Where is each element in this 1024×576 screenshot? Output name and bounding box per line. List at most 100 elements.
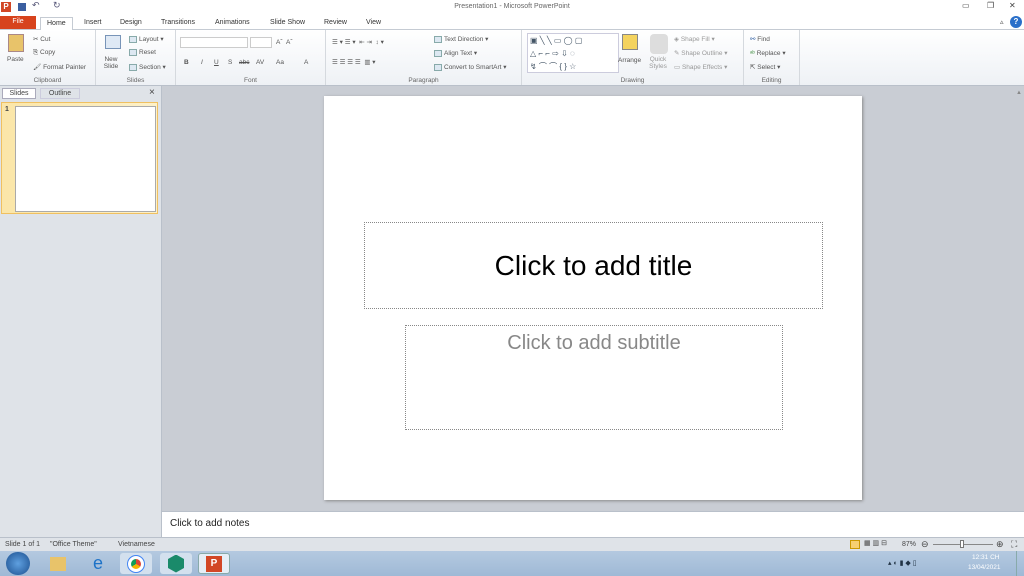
replace-button[interactable]: ᵃᵇ Replace ▾ <box>750 49 786 57</box>
notes-pane[interactable]: Click to add notes <box>162 511 1024 537</box>
strikethrough-button[interactable]: abc <box>239 59 249 66</box>
language[interactable]: Vietnamese <box>118 541 155 548</box>
taskbar: e P ▴ ◐ ▮ ◆ ▯ 12:31 CH 13/04/2021 <box>0 551 1024 576</box>
underline-button[interactable]: U <box>214 59 219 66</box>
new-slide-icon[interactable] <box>105 35 121 49</box>
slide-thumbnail[interactable] <box>15 106 156 212</box>
restore-button[interactable]: ❐ <box>987 1 994 10</box>
new-slide-button[interactable]: New Slide <box>101 56 121 70</box>
align-text-button[interactable]: Align Text ▾ <box>434 49 477 57</box>
section-button[interactable]: Section ▾ <box>129 63 166 71</box>
normal-view-button[interactable] <box>850 540 860 549</box>
text-direction-icon <box>434 35 442 43</box>
zoom-in-button[interactable]: ⊕ <box>996 539 1004 550</box>
find-label: Find <box>757 36 770 43</box>
find-button[interactable]: ⚯ Find <box>750 35 770 43</box>
tab-design[interactable]: Design <box>114 17 148 30</box>
editing-group: ⚯ Find ᵃᵇ Replace ▾ ⇱ Select ▾ Editing <box>744 30 800 85</box>
thumbnail-number: 1 <box>5 106 9 113</box>
zoom-slider[interactable] <box>933 540 993 548</box>
font-size-select[interactable] <box>250 37 272 48</box>
scrollbar-top-arrow[interactable]: ▲ <box>1016 90 1022 96</box>
layout-icon <box>129 35 137 43</box>
shape-effects-button[interactable]: ▭ Shape Effects ▾ <box>674 63 727 71</box>
fit-to-window-button[interactable]: ⛶ <box>1011 539 1017 550</box>
smartart-icon <box>434 63 442 71</box>
close-button[interactable]: ✕ <box>1009 1 1016 10</box>
tab-outline[interactable]: Outline <box>40 88 80 99</box>
editing-label: Editing <box>761 77 782 84</box>
character-spacing-button[interactable]: AV <box>256 59 264 66</box>
font-color-button[interactable]: A <box>304 59 308 66</box>
shape-fill-button[interactable]: ◈ Shape Fill ▾ <box>674 35 715 43</box>
align-text-icon <box>434 49 442 57</box>
drawing-group: ▣ ╲ ╲ ▭ ◯ ▢ △ ⌐ ⌐ ⇨ ⇩ ◌ ↯ ⌒ ⌒ { } ☆ Arrang… <box>522 30 744 85</box>
zoom-out-button[interactable]: ⊖ <box>921 539 929 550</box>
minimize-button[interactable]: ▭ <box>962 1 970 10</box>
system-tray-icons[interactable]: ▴ ◐ ▮ ◆ ▯ <box>888 559 917 567</box>
grow-font-button[interactable]: Aˆ <box>276 39 283 46</box>
quick-styles-button[interactable]: Quick Styles <box>646 56 670 70</box>
tab-file[interactable]: File <box>0 16 36 29</box>
text-direction-button[interactable]: Text Direction ▾ <box>434 35 488 43</box>
slide-thumbnail-container[interactable]: 1 <box>1 102 158 214</box>
theme-name: "Office Theme" <box>50 541 97 548</box>
clock-time[interactable]: 12:31 CH <box>972 554 999 561</box>
shapes-gallery[interactable]: ▣ ╲ ╲ ▭ ◯ ▢ △ ⌐ ⌐ ⇨ ⇩ ◌ ↯ ⌒ ⌒ { } ☆ <box>527 33 619 73</box>
zoom-level[interactable]: 87% <box>902 541 916 548</box>
app-taskbar-icon[interactable] <box>160 553 192 574</box>
show-desktop-button[interactable] <box>1016 551 1024 576</box>
tab-transitions[interactable]: Transitions <box>155 17 201 30</box>
select-button[interactable]: ⇱ Select ▾ <box>750 63 780 71</box>
arrange-button[interactable]: Arrange <box>618 57 641 64</box>
bullets-icon[interactable]: ☰ ▾ ☰ ▾ ⇤ ⇥ ↕ ▾ <box>332 38 384 46</box>
chrome-taskbar-icon[interactable] <box>120 553 152 574</box>
font-name-select[interactable] <box>180 37 248 48</box>
help-icon[interactable]: ? <box>1010 16 1022 28</box>
shadow-button[interactable]: S <box>228 59 232 66</box>
format-painter-button[interactable]: 🖌 Format Painter <box>33 63 86 71</box>
close-panel-button[interactable]: × <box>149 87 155 98</box>
change-case-button[interactable]: Aa <box>276 59 284 66</box>
reset-button[interactable]: Reset <box>129 49 156 56</box>
select-label: Select <box>757 64 776 71</box>
smartart-label: Convert to SmartArt <box>444 64 502 71</box>
tab-slide-show[interactable]: Slide Show <box>264 17 311 30</box>
shape-outline-button[interactable]: ✎ Shape Outline ▾ <box>674 49 728 57</box>
ie-taskbar-icon[interactable]: e <box>82 553 114 574</box>
tab-review[interactable]: Review <box>318 17 353 30</box>
view-buttons[interactable]: ▦ ▥ ⊟ <box>864 539 887 547</box>
powerpoint-taskbar-icon[interactable]: P <box>198 553 230 574</box>
clock-date[interactable]: 13/04/2021 <box>968 564 1001 571</box>
paste-button[interactable]: Paste <box>7 56 24 63</box>
italic-button[interactable]: I <box>201 59 203 66</box>
shrink-font-button[interactable]: Aˇ <box>286 39 293 46</box>
text-direction-label: Text Direction <box>444 36 484 43</box>
replace-icon: ᵃᵇ <box>750 50 755 57</box>
font-group: Aˆ Aˇ B I U S abc AV Aa A Font <box>176 30 326 85</box>
bold-button[interactable]: B <box>184 59 189 66</box>
tab-animations[interactable]: Animations <box>209 17 256 30</box>
paste-icon[interactable] <box>8 34 24 52</box>
convert-smartart-button[interactable]: Convert to SmartArt ▾ <box>434 63 507 71</box>
status-bar: Slide 1 of 1 "Office Theme" Vietnamese ▦… <box>0 537 1024 551</box>
zoom-slider-thumb[interactable] <box>960 540 964 548</box>
align-icons[interactable]: ☰ ☰ ☰ ☰ ▥ ▾ <box>332 58 376 66</box>
cut-button[interactable]: ✂ Cut <box>33 35 50 43</box>
collapse-ribbon-icon[interactable]: ▵ <box>1000 18 1004 26</box>
slide-canvas[interactable]: Click to add title Click to add subtitle <box>324 96 862 500</box>
tab-home[interactable]: Home <box>40 17 73 30</box>
tab-insert[interactable]: Insert <box>78 17 108 30</box>
shape-fill-label: Shape Fill <box>680 36 710 43</box>
arrange-icon[interactable] <box>622 34 638 50</box>
copy-button[interactable]: ⎘ Copy <box>33 49 55 57</box>
quick-styles-icon[interactable] <box>650 34 668 54</box>
tab-view[interactable]: View <box>360 17 387 30</box>
subtitle-placeholder[interactable]: Click to add subtitle <box>405 325 783 430</box>
reset-label: Reset <box>139 49 156 57</box>
tab-slides[interactable]: Slides <box>2 88 36 99</box>
start-button[interactable] <box>6 552 30 575</box>
explorer-taskbar-icon[interactable] <box>42 553 74 574</box>
title-placeholder[interactable]: Click to add title <box>364 222 823 309</box>
layout-button[interactable]: Layout ▾ <box>129 35 164 43</box>
